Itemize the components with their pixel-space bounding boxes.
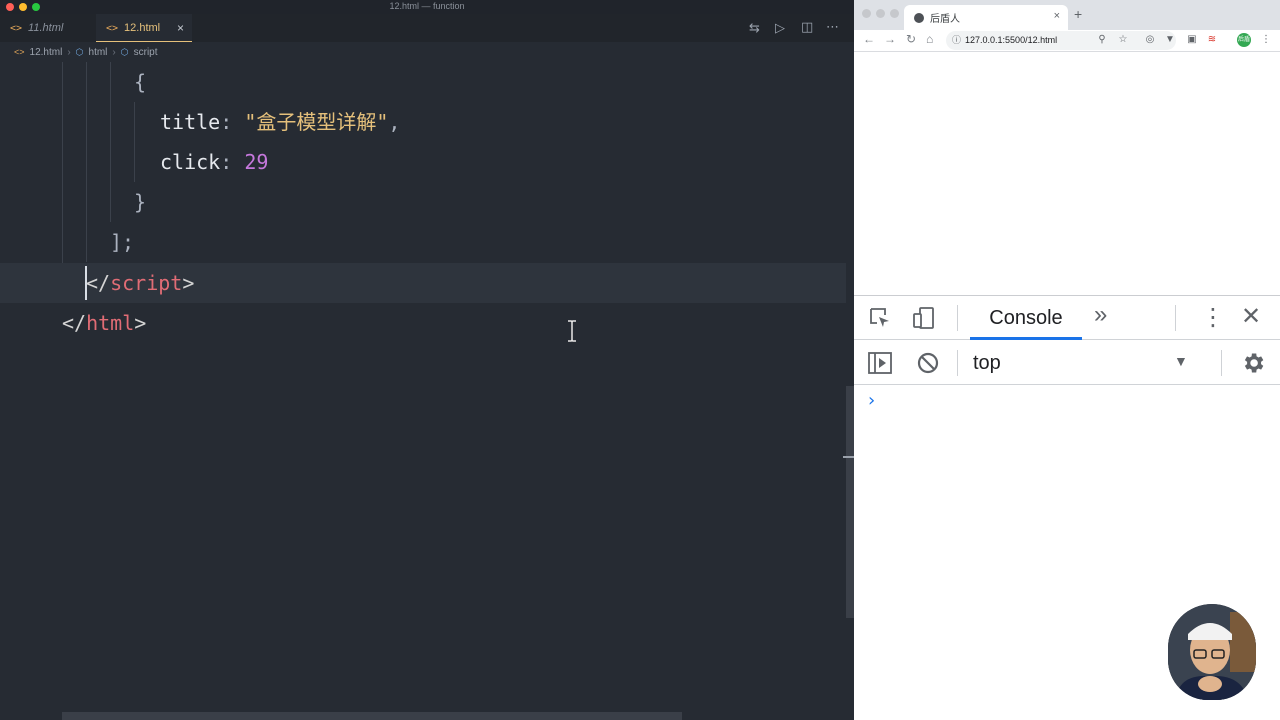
- code-token: click: [160, 150, 221, 174]
- code-token: :: [220, 150, 245, 174]
- compare-changes-icon[interactable]: ⇆: [749, 20, 760, 36]
- presenter-avatar: [1168, 604, 1256, 700]
- close-icon[interactable]: ✕: [1241, 302, 1261, 331]
- extension-icon[interactable]: ◎: [1144, 34, 1156, 46]
- chevron-right-icon: ›: [112, 46, 116, 58]
- chevron-right-icon: ›: [67, 46, 71, 58]
- html-file-icon: <>: [14, 47, 25, 57]
- browser-toolbar: ← → ↻ ⌂ ⓘ 127.0.0.1:5500/12.html ⚲ ☆ ◎ ▼ …: [854, 30, 1280, 52]
- console-toolbar: top ▼: [854, 341, 1280, 385]
- code-area[interactable]: { title: "盒子模型详解", click: 29 } ]; </scri…: [0, 62, 846, 712]
- code-token: :: [220, 110, 245, 134]
- code-token: "盒子模型详解": [244, 110, 389, 134]
- minimize-window-button[interactable]: [876, 9, 885, 18]
- code-line: </script>: [0, 263, 846, 303]
- code-line: ];: [0, 222, 846, 262]
- device-toolbar-icon[interactable]: [912, 306, 936, 330]
- webcam-overlay: [1168, 604, 1256, 700]
- page-viewport: [854, 53, 1280, 295]
- dropdown-caret-icon[interactable]: ▼: [1174, 353, 1188, 369]
- more-actions-icon[interactable]: ⋯: [826, 19, 839, 35]
- divider: [1221, 350, 1222, 376]
- code-line: </html>: [0, 303, 846, 343]
- reload-icon[interactable]: ↻: [906, 32, 916, 46]
- vertical-scrollbar[interactable]: [846, 386, 854, 618]
- browser-tab-title: 后盾人: [930, 14, 960, 25]
- profile-avatar[interactable]: 后盾: [1237, 33, 1251, 47]
- browser-menu-icon[interactable]: ⋮: [1260, 34, 1272, 46]
- tab-label: 12.html: [124, 22, 161, 34]
- divider: [957, 350, 958, 376]
- bookmark-star-icon[interactable]: ☆: [1117, 34, 1129, 46]
- horizontal-scrollbar[interactable]: [62, 712, 682, 720]
- code-token: script: [110, 271, 183, 295]
- code-line: title: "盒子模型详解",: [0, 102, 846, 142]
- editor-tabbar: <> 11.html <> 12.html × ⇆ ▷ ◫ ⋯: [0, 14, 854, 42]
- new-tab-button[interactable]: +: [1074, 6, 1082, 22]
- breadcrumb-item-script[interactable]: script: [134, 47, 158, 58]
- breadcrumb-item-file[interactable]: 12.html: [30, 47, 63, 58]
- code-token: >: [134, 311, 147, 335]
- extension-square-icon[interactable]: ▣: [1186, 34, 1198, 46]
- extension-icon[interactable]: ≋: [1206, 34, 1218, 46]
- info-icon: ⓘ: [952, 35, 962, 45]
- scrollbar-cursor-marker: [843, 456, 854, 458]
- divider: [957, 305, 958, 331]
- code-token: </: [62, 311, 87, 335]
- close-window-button[interactable]: [862, 9, 871, 18]
- code-token: >: [182, 271, 195, 295]
- show-sidebar-icon[interactable]: [867, 351, 893, 375]
- kebab-menu-icon[interactable]: ⋮: [1201, 303, 1225, 332]
- code-token: ,: [388, 110, 401, 134]
- code-token: html: [86, 311, 135, 335]
- tab-label: 11.html: [28, 22, 64, 34]
- html-file-icon: <>: [10, 22, 23, 34]
- mouse-ibeam-icon: [568, 320, 576, 342]
- globe-icon: [914, 12, 924, 23]
- zoom-icon[interactable]: ⚲: [1096, 34, 1108, 46]
- code-token: }: [134, 190, 147, 214]
- back-arrow-icon[interactable]: ←: [863, 32, 875, 46]
- vue-devtools-icon[interactable]: ▼: [1164, 34, 1176, 46]
- text-cursor: [85, 266, 87, 300]
- breadcrumb-item-html[interactable]: html: [89, 47, 108, 58]
- divider: [1175, 305, 1176, 331]
- code-line: click: 29: [0, 142, 846, 182]
- close-tab-button[interactable]: ×: [1054, 10, 1060, 22]
- console-prompt[interactable]: ›: [868, 390, 875, 411]
- address-bar[interactable]: ⓘ 127.0.0.1:5500/12.html: [946, 31, 1176, 50]
- code-token: 29: [244, 150, 269, 174]
- tab-11-html[interactable]: <> 11.html: [0, 14, 96, 42]
- url-text: 127.0.0.1:5500/12.html: [965, 35, 1058, 45]
- code-token: </: [86, 271, 111, 295]
- gear-icon[interactable]: [1240, 350, 1266, 376]
- close-tab-button[interactable]: ×: [177, 21, 184, 35]
- symbol-icon: ⬡: [120, 46, 129, 57]
- breadcrumb: <> 12.html › ⬡ html › ⬡ script: [0, 42, 854, 62]
- window-titlebar: 12.html — function: [0, 0, 854, 14]
- tab-console[interactable]: Console: [970, 296, 1082, 340]
- code-editor: 12.html — function <> 11.html <> 12.html…: [0, 0, 854, 720]
- code-token: ];: [110, 230, 135, 254]
- tab-12-html[interactable]: <> 12.html ×: [96, 14, 192, 42]
- inspect-element-icon[interactable]: [868, 306, 892, 330]
- clear-console-icon[interactable]: [916, 351, 940, 375]
- code-token: title: [160, 110, 221, 134]
- forward-arrow-icon[interactable]: →: [884, 32, 896, 46]
- symbol-icon: ⬡: [75, 46, 84, 57]
- code-line: {: [0, 62, 846, 102]
- code-line: }: [0, 182, 846, 222]
- browser-tabstrip: 后盾人 × +: [854, 0, 1280, 30]
- window-title: 12.html — function: [389, 1, 465, 11]
- run-icon[interactable]: ▷: [775, 20, 785, 36]
- split-editor-icon[interactable]: ◫: [801, 19, 813, 35]
- more-tabs-icon[interactable]: »: [1094, 301, 1107, 329]
- html-file-icon: <>: [106, 22, 119, 34]
- devtools-tabbar: Console » ⋮ ✕: [854, 296, 1280, 340]
- home-icon[interactable]: ⌂: [926, 32, 933, 46]
- code-token: {: [134, 70, 147, 94]
- maximize-window-button[interactable]: [890, 9, 899, 18]
- browser-tab[interactable]: 后盾人 ×: [904, 5, 1068, 30]
- context-selector[interactable]: top: [973, 341, 1001, 385]
